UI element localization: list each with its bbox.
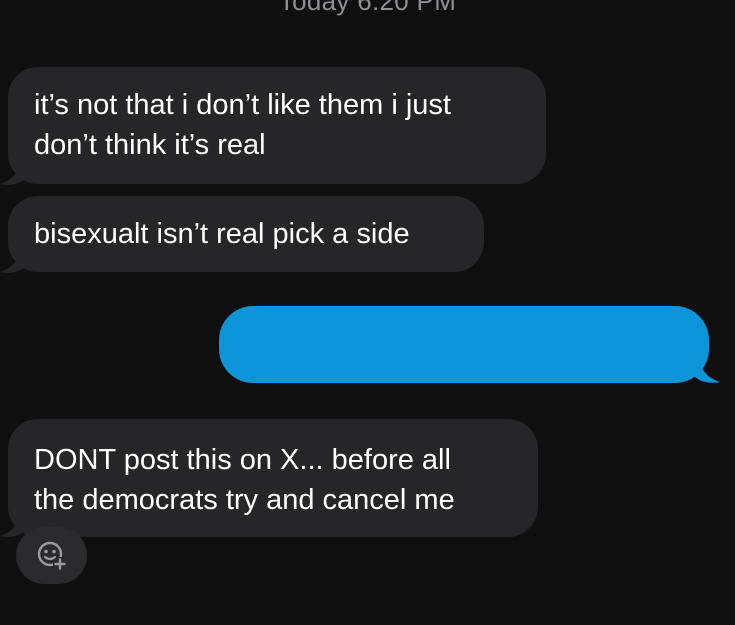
outgoing-message[interactable] xyxy=(219,306,709,383)
incoming-message[interactable]: DONT post this on X... before all the de… xyxy=(8,419,538,537)
incoming-message[interactable]: bisexualt isn’t real pick a side xyxy=(8,196,484,272)
incoming-message[interactable]: it’s not that i don’t like them i just d… xyxy=(8,67,546,184)
timestamp: Today 6:20 PM xyxy=(278,0,457,16)
message-text-line: DONT post this on X... before all xyxy=(34,444,451,476)
add-reaction-icon xyxy=(37,541,67,571)
message-text-line: the democrats try and cancel me xyxy=(34,484,455,516)
message-text-line: bisexualt isn’t real pick a side xyxy=(34,218,410,250)
add-reaction-button[interactable] xyxy=(16,527,87,584)
message-text-line: don’t think it’s real xyxy=(34,129,266,161)
message-text-line: it’s not that i don’t like them i just xyxy=(34,89,451,121)
